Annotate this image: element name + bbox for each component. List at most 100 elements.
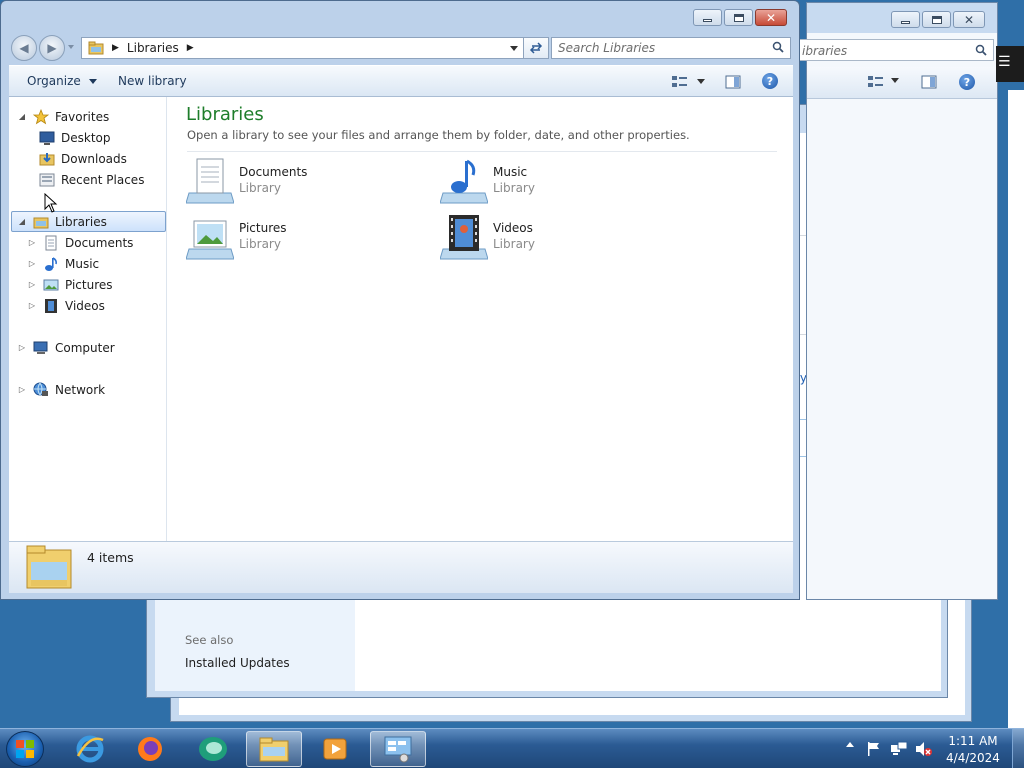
scrollbar-menu-icon[interactable]: ☰ — [996, 46, 1024, 82]
library-type: Library — [239, 181, 281, 195]
downloads-folder-icon — [39, 152, 55, 165]
organize-button[interactable]: Organize — [27, 74, 97, 88]
help-icon[interactable]: ? — [959, 74, 975, 90]
library-name: Documents — [239, 165, 308, 179]
tree-label: Favorites — [55, 109, 110, 124]
tree-music[interactable]: ▷ Music — [27, 253, 99, 274]
tree-pictures[interactable]: ▷ Pictures — [27, 274, 113, 295]
tree-downloads[interactable]: Downloads — [39, 148, 127, 169]
expanded-arrow-icon[interactable]: ◢ — [17, 217, 27, 226]
system-clock[interactable]: 1:11 AM 4/4/2024 — [940, 733, 1006, 767]
explorer-content: ◢ Favorites Desktop Downloads Recent Pla… — [9, 97, 793, 541]
page-description: Open a library to see your files and arr… — [187, 128, 690, 142]
music-library-icon — [440, 159, 488, 204]
tree-label: Network — [55, 382, 106, 397]
taskbar-internet-explorer[interactable] — [62, 731, 118, 767]
preview-pane-icon[interactable] — [921, 75, 937, 89]
collapsed-arrow-icon[interactable]: ▷ — [27, 280, 37, 289]
breadcrumb-chevron-icon[interactable]: ▶ — [187, 43, 194, 53]
tree-label: Music — [65, 256, 100, 271]
film-strip-icon — [45, 298, 57, 313]
bg-win1-search[interactable]: ibraries — [797, 39, 994, 61]
navigation-bar: ◀ ▶ ▶ Libraries ▶ Search Libraries — [9, 31, 793, 61]
maximize-button[interactable] — [724, 9, 753, 26]
library-documents[interactable]: Documents Library — [186, 157, 426, 207]
expanded-arrow-icon[interactable]: ◢ — [17, 112, 27, 121]
new-library-button[interactable]: New library — [118, 74, 187, 88]
details-pane: 4 items — [9, 541, 793, 593]
breadcrumb[interactable]: Libraries — [127, 41, 179, 55]
library-videos[interactable]: Videos Library — [440, 213, 680, 263]
windows-logo-icon — [16, 740, 34, 758]
taskbar-control-panel[interactable] — [370, 731, 426, 767]
collapsed-arrow-icon[interactable]: ▷ — [27, 259, 37, 268]
pictures-icon — [43, 279, 59, 290]
chevron-down-icon — [88, 79, 97, 84]
taskbar-firefox[interactable] — [122, 731, 178, 767]
control-panel-icon — [384, 736, 412, 763]
view-dropdown-icon[interactable] — [697, 79, 705, 84]
tree-recent-places[interactable]: Recent Places — [39, 169, 144, 190]
recent-pages-chevron-icon[interactable] — [68, 45, 74, 49]
tree-videos[interactable]: ▷ Videos — [27, 295, 105, 316]
view-options-icon[interactable] — [671, 75, 689, 89]
help-icon[interactable]: ? — [762, 73, 778, 89]
tree-libraries[interactable]: ◢ Libraries — [11, 211, 166, 232]
videos-library-icon — [440, 215, 488, 260]
address-bar[interactable]: ▶ Libraries ▶ — [81, 37, 525, 59]
pictures-library-icon — [186, 220, 234, 260]
close-button[interactable]: ✕ — [953, 11, 985, 28]
documents-library-icon — [186, 158, 234, 204]
taskbar-app-green[interactable] — [185, 731, 241, 767]
minimize-button[interactable] — [891, 11, 920, 28]
tree-documents[interactable]: ▷ Documents — [27, 232, 133, 253]
show-hidden-icons-chevron-icon[interactable] — [846, 742, 854, 747]
volume-muted-icon[interactable] — [914, 741, 932, 757]
forward-button[interactable]: ▶ — [39, 35, 65, 61]
view-options-icon[interactable] — [867, 75, 885, 89]
taskbar-windows-explorer[interactable] — [246, 731, 302, 767]
tree-computer[interactable]: ▷ Computer — [17, 337, 115, 358]
collapsed-arrow-icon[interactable]: ▷ — [17, 385, 27, 394]
breadcrumb-separator-icon[interactable]: ▶ — [112, 43, 119, 53]
see-also-label: See also — [185, 633, 234, 647]
action-center-flag-icon[interactable] — [866, 741, 882, 757]
minimize-button[interactable] — [693, 9, 722, 26]
back-button[interactable]: ◀ — [11, 35, 37, 61]
search-icon[interactable] — [772, 41, 784, 53]
maximize-button[interactable] — [922, 11, 951, 28]
collapsed-arrow-icon[interactable]: ▷ — [27, 238, 37, 247]
documents-icon — [45, 235, 57, 250]
network-status-icon[interactable] — [890, 741, 908, 757]
show-desktop-button[interactable] — [1012, 729, 1024, 768]
library-pictures[interactable]: Pictures Library — [186, 213, 426, 263]
media-player-icon — [323, 738, 347, 760]
main-caption-buttons: ✕ — [693, 9, 787, 26]
libraries-window: ✕ ◀ ▶ ▶ Libraries ▶ Search Libraries Org… — [0, 0, 800, 600]
installed-updates-link[interactable]: Installed Updates — [185, 656, 290, 670]
chevron-down-icon[interactable] — [891, 78, 899, 83]
library-music[interactable]: Music Library — [440, 157, 680, 207]
navigation-pane: ◢ Favorites Desktop Downloads Recent Pla… — [9, 97, 167, 541]
tree-favorites[interactable]: ◢ Favorites — [17, 106, 109, 127]
taskbar-media-player[interactable] — [308, 731, 364, 767]
tree-label: Downloads — [61, 151, 127, 166]
tree-network[interactable]: ▷ Network — [17, 379, 105, 400]
bg-win1-search-text: ibraries — [802, 44, 848, 58]
collapsed-arrow-icon[interactable]: ▷ — [27, 301, 37, 310]
mouse-cursor-icon — [44, 193, 58, 213]
collapsed-arrow-icon[interactable]: ▷ — [17, 343, 27, 352]
start-button[interactable] — [6, 731, 44, 767]
library-name: Pictures — [239, 221, 287, 235]
taskbar: 1:11 AM 4/4/2024 — [0, 728, 1024, 768]
refresh-button[interactable] — [523, 37, 549, 59]
clock-time: 1:11 AM — [948, 734, 998, 748]
search-input[interactable]: Search Libraries — [551, 37, 791, 59]
tree-desktop[interactable]: Desktop — [39, 127, 111, 148]
address-dropdown-icon[interactable] — [510, 46, 518, 51]
close-button[interactable]: ✕ — [755, 9, 787, 26]
libraries-pane: Libraries Open a library to see your fil… — [169, 97, 793, 541]
preview-pane-icon[interactable] — [725, 75, 741, 89]
recent-places-icon — [39, 173, 55, 186]
desktop-edge — [1008, 90, 1024, 730]
